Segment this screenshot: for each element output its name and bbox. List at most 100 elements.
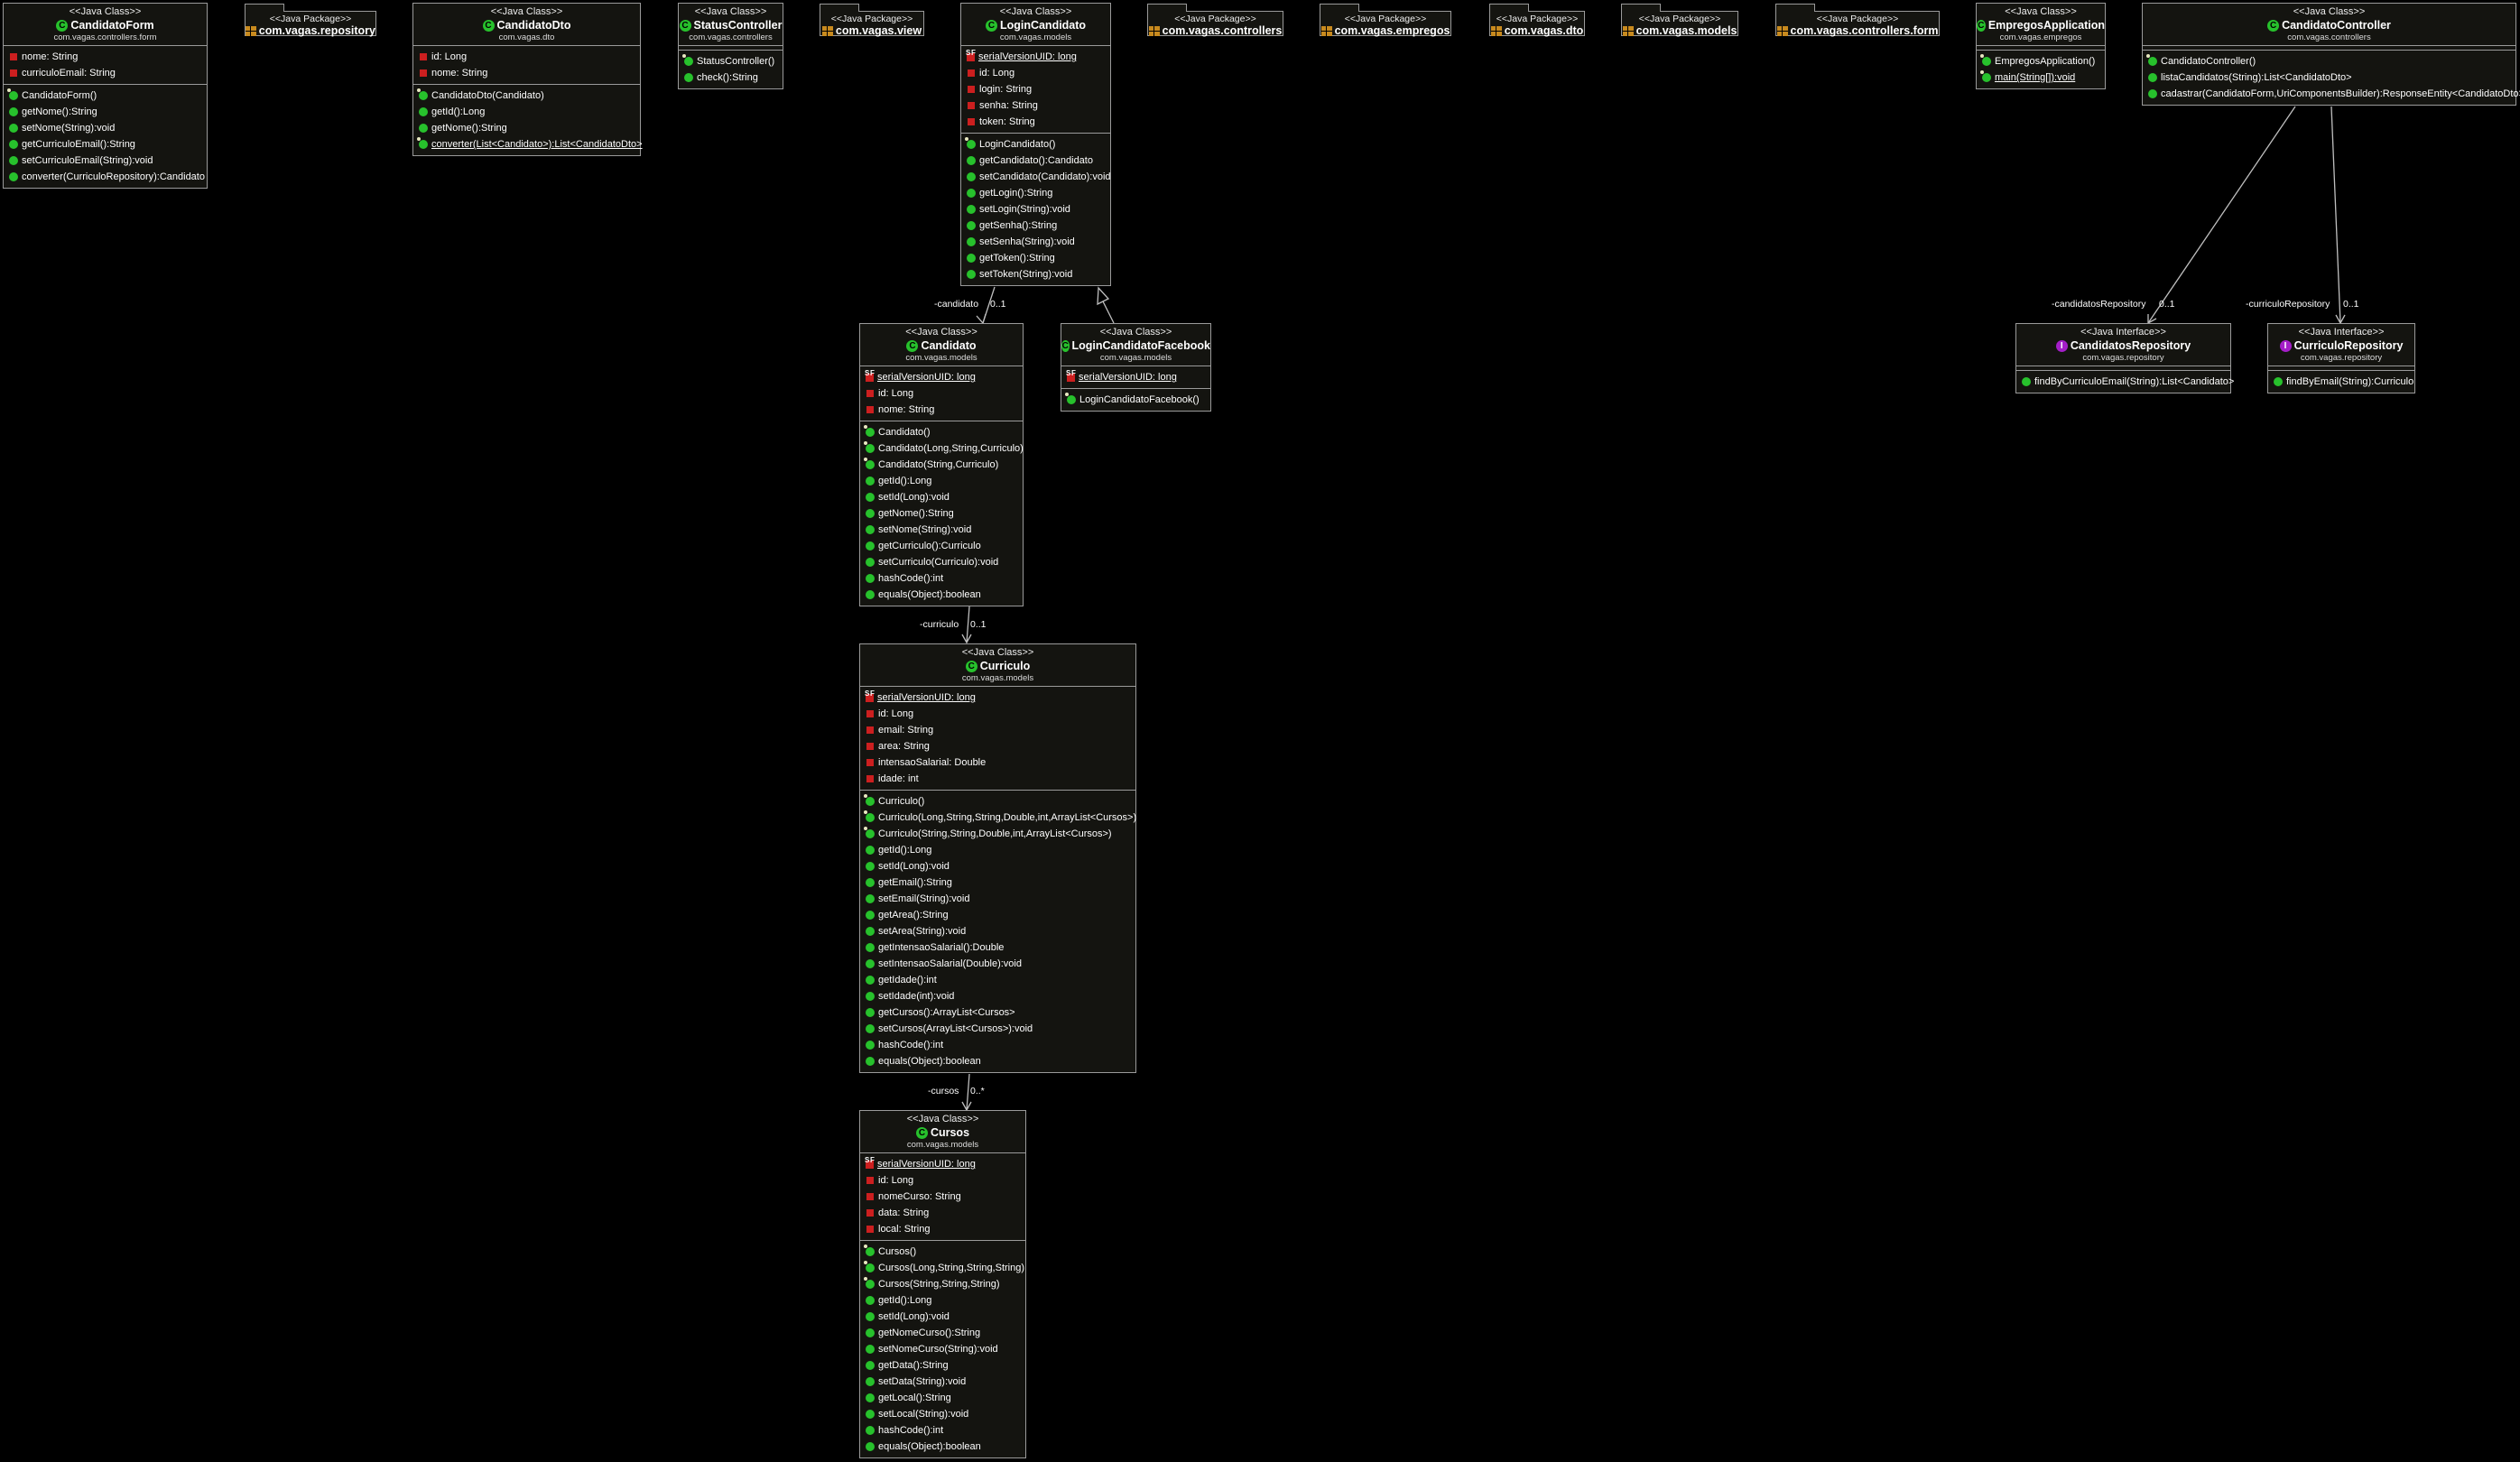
class-candidato-form[interactable]: <<Java Class>> C CandidatoForm com.vagas.… — [3, 3, 208, 189]
method-row[interactable]: getNomeCurso():String — [860, 1325, 1025, 1341]
method-row[interactable]: setCursos(ArrayList<Cursos>):void — [860, 1021, 1135, 1037]
method-row[interactable]: CandidatoForm() — [4, 88, 207, 104]
field-row[interactable]: serialVersionUID: long — [1061, 369, 1210, 385]
method-row[interactable]: Cursos(String,String,String) — [860, 1276, 1025, 1292]
method-row[interactable]: getNome():String — [860, 505, 1023, 522]
method-row[interactable]: main(String[]):void — [1977, 69, 2105, 86]
method-row[interactable]: getId():Long — [860, 842, 1135, 858]
method-row[interactable]: Curriculo() — [860, 793, 1135, 810]
field-row[interactable]: serialVersionUID: long — [860, 689, 1135, 706]
field-row[interactable]: serialVersionUID: long — [961, 49, 1110, 65]
method-row[interactable]: getSenha():String — [961, 217, 1110, 234]
method-row[interactable]: EmpregosApplication() — [1977, 53, 2105, 69]
class-status-controller[interactable]: <<Java Class>> C StatusController com.vag… — [678, 3, 783, 89]
package-empregos[interactable]: <<Java Package>> com.vagas.empregos — [1320, 4, 1451, 37]
method-row[interactable]: getId():Long — [860, 1292, 1025, 1309]
method-row[interactable]: setLocal(String):void — [860, 1406, 1025, 1422]
method-row[interactable]: Curriculo(Long,String,String,Double,int,… — [860, 810, 1136, 826]
field-row[interactable]: intensaoSalarial: Double — [860, 754, 1135, 771]
method-row[interactable]: setLogin(String):void — [961, 201, 1110, 217]
field-row[interactable]: login: String — [961, 81, 1110, 97]
class-candidato-controller[interactable]: <<Java Class>> C CandidatoController com.… — [2142, 3, 2520, 106]
field-row[interactable]: local: String — [860, 1221, 1025, 1237]
method-row[interactable]: getToken():String — [961, 250, 1110, 266]
field-row[interactable]: id: Long — [860, 1172, 1025, 1189]
method-row[interactable]: setNome(String):void — [4, 120, 207, 136]
method-row[interactable]: getCursos():ArrayList<Cursos> — [860, 1004, 1135, 1021]
package-dto[interactable]: <<Java Package>> com.vagas.dto — [1489, 4, 1585, 37]
interface-curriculo-repository[interactable]: <<Java Interface>> I CurriculoRepository … — [2267, 323, 2415, 393]
method-row[interactable]: getCandidato():Candidato — [961, 153, 1110, 169]
method-row[interactable]: Cursos() — [860, 1244, 1025, 1260]
method-row[interactable]: setCurriculo(Curriculo):void — [860, 554, 1023, 570]
method-row[interactable]: equals(Object):boolean — [860, 1053, 1135, 1069]
field-row[interactable]: id: Long — [860, 706, 1135, 722]
method-row[interactable]: setEmail(String):void — [860, 891, 1135, 907]
method-row[interactable]: setNomeCurso(String):void — [860, 1341, 1025, 1357]
field-row[interactable]: curriculoEmail: String — [4, 65, 207, 81]
method-row[interactable]: getLogin():String — [961, 185, 1110, 201]
package-models[interactable]: <<Java Package>> com.vagas.models — [1621, 4, 1738, 37]
method-row[interactable]: hashCode():int — [860, 1422, 1025, 1439]
method-row[interactable]: setSenha(String):void — [961, 234, 1110, 250]
class-login-candidato[interactable]: <<Java Class>> C LoginCandidato com.vagas… — [960, 3, 1111, 286]
field-row[interactable]: data: String — [860, 1205, 1025, 1221]
class-login-candidato-facebook[interactable]: <<Java Class>> C LoginCandidatoFacebook c… — [1061, 323, 1211, 412]
method-row[interactable]: getCurriculo():Curriculo — [860, 538, 1023, 554]
field-row[interactable]: token: String — [961, 114, 1110, 130]
method-row[interactable]: getId():Long — [413, 104, 640, 120]
package-controllers[interactable]: <<Java Package>> com.vagas.controllers — [1147, 4, 1283, 37]
package-repository[interactable]: <<Java Package>> com.vagas.repository — [245, 4, 376, 37]
method-row[interactable]: Candidato(Long,String,Curriculo) — [860, 440, 1024, 457]
method-row[interactable]: setId(Long):void — [860, 1309, 1025, 1325]
field-row[interactable]: idade: int — [860, 771, 1135, 787]
method-row[interactable]: setId(Long):void — [860, 858, 1135, 874]
method-row[interactable]: equals(Object):boolean — [860, 587, 1023, 603]
field-row[interactable]: nome: String — [860, 402, 1023, 418]
method-row[interactable]: getNome():String — [413, 120, 640, 136]
field-row[interactable]: id: Long — [860, 385, 1023, 402]
method-row[interactable]: setId(Long):void — [860, 489, 1023, 505]
field-row[interactable]: nome: String — [413, 65, 640, 81]
field-row[interactable]: email: String — [860, 722, 1135, 738]
method-row[interactable]: findByCurriculoEmail(String):List<Candid… — [2016, 374, 2234, 390]
method-row[interactable]: Curriculo(String,String,Double,int,Array… — [860, 826, 1135, 842]
method-row[interactable]: setIdade(int):void — [860, 988, 1135, 1004]
method-row[interactable]: getData():String — [860, 1357, 1025, 1374]
package-controllers-form[interactable]: <<Java Package>> com.vagas.controllers.f… — [1775, 4, 1940, 37]
field-row[interactable]: id: Long — [961, 65, 1110, 81]
field-row[interactable]: id: Long — [413, 49, 640, 65]
method-row[interactable]: setData(String):void — [860, 1374, 1025, 1390]
method-row[interactable]: findByEmail(String):Curriculo — [2268, 374, 2414, 390]
method-row[interactable]: setIntensaoSalarial(Double):void — [860, 956, 1135, 972]
method-row[interactable]: equals(Object):boolean — [860, 1439, 1025, 1455]
class-empregos-application[interactable]: <<Java Class>> C EmpregosApplication com.… — [1976, 3, 2106, 89]
method-row[interactable]: hashCode():int — [860, 570, 1023, 587]
method-row[interactable]: setArea(String):void — [860, 923, 1135, 939]
method-row[interactable]: StatusController() — [679, 53, 783, 69]
field-row[interactable]: serialVersionUID: long — [860, 369, 1023, 385]
method-row[interactable]: LoginCandidato() — [961, 136, 1110, 153]
method-row[interactable]: Candidato() — [860, 424, 1023, 440]
package-view[interactable]: <<Java Package>> com.vagas.view — [820, 4, 924, 37]
method-row[interactable]: cadastrar(CandidatoForm,UriComponentsBui… — [2143, 86, 2520, 102]
field-row[interactable]: nome: String — [4, 49, 207, 65]
class-candidato[interactable]: <<Java Class>> C Candidato com.vagas.mode… — [859, 323, 1024, 606]
method-row[interactable]: getIntensaoSalarial():Double — [860, 939, 1135, 956]
field-row[interactable]: serialVersionUID: long — [860, 1156, 1025, 1172]
method-row[interactable]: converter(CurriculoRepository):Candidato — [4, 169, 207, 185]
method-row[interactable]: getIdade():int — [860, 972, 1135, 988]
interface-candidatos-repository[interactable]: <<Java Interface>> I CandidatosRepository… — [2015, 323, 2234, 393]
method-row[interactable]: setCurriculoEmail(String):void — [4, 153, 207, 169]
field-row[interactable]: senha: String — [961, 97, 1110, 114]
method-row[interactable]: Cursos(Long,String,String,String) — [860, 1260, 1025, 1276]
field-row[interactable]: area: String — [860, 738, 1135, 754]
class-cursos[interactable]: <<Java Class>> C Cursos com.vagas.models … — [859, 1110, 1026, 1458]
method-row[interactable]: setToken(String):void — [961, 266, 1110, 282]
method-row[interactable]: CandidatoDto(Candidato) — [413, 88, 640, 104]
method-row[interactable]: setCandidato(Candidato):void — [961, 169, 1111, 185]
method-row[interactable]: getCurriculoEmail():String — [4, 136, 207, 153]
method-row[interactable]: getNome():String — [4, 104, 207, 120]
method-row[interactable]: hashCode():int — [860, 1037, 1135, 1053]
method-row[interactable]: LoginCandidatoFacebook() — [1061, 392, 1210, 408]
